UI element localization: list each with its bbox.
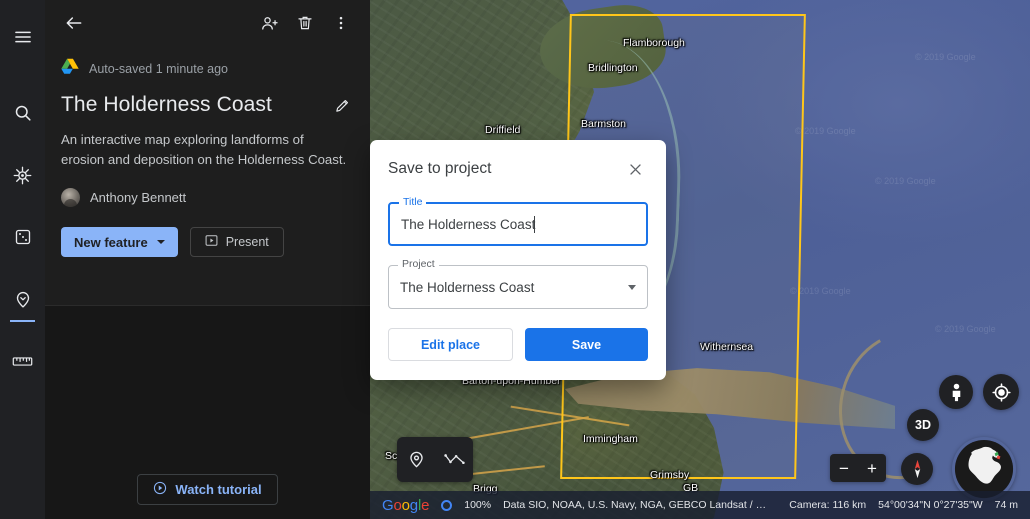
dialog-header: Save to project [388,140,648,198]
more-options-icon[interactable] [324,6,358,40]
avatar [61,188,80,207]
left-nav-rail [0,0,45,519]
watch-tutorial-wrap: Watch tutorial [45,474,370,505]
map-watermark: © 2019 Google [915,52,976,62]
map-watermark: © 2019 Google [935,324,996,334]
status-bar-right: Camera: 116 km 54°00'34"N 0°27'35"W 74 m [789,499,1018,511]
cursor-coordinates: 54°00'34"N 0°27'35"W [878,499,983,511]
project-select-value: The Holderness Coast [400,280,534,295]
map-attribution: Data SIO, NOAA, U.S. Navy, NGA, GEBCO La… [503,499,771,511]
close-icon[interactable] [622,156,648,182]
play-circle-icon [153,481,167,498]
new-feature-button[interactable]: New feature [61,227,178,257]
map-watermark: © 2019 Google [795,126,856,136]
save-to-project-dialog: Save to project Title The Holderness Coa… [370,140,666,380]
present-label: Present [226,235,269,249]
project-panel-header [45,0,370,46]
loading-ring-icon [441,500,452,511]
watch-tutorial-button[interactable]: Watch tutorial [137,474,277,505]
compass-icon[interactable] [901,453,933,485]
project-select[interactable]: Project The Holderness Coast [388,265,648,309]
dice-icon[interactable] [0,210,45,264]
title-field[interactable]: Title The Holderness Coast [388,202,648,246]
ruler-icon[interactable] [0,334,45,388]
page-title: The Holderness Coast [61,93,328,117]
toggle-3d-button[interactable]: 3D [907,409,939,441]
my-location-icon[interactable] [983,374,1019,410]
zoom-controls: − + [830,454,886,482]
menu-icon[interactable] [0,10,45,64]
autosave-row: Auto-saved 1 minute ago [45,46,370,79]
title-field-label: Title [399,196,426,208]
pegman-icon[interactable] [939,375,973,409]
title-field-value: The Holderness Coast [401,217,535,232]
watch-tutorial-label: Watch tutorial [175,482,261,497]
present-button[interactable]: Present [190,227,284,257]
map-watermark: © 2019 Google [875,176,936,186]
back-arrow-icon[interactable] [57,6,91,40]
zoom-in-button[interactable]: + [867,460,877,477]
draw-toolbar [397,437,473,482]
project-panel-bottom: Watch tutorial [45,305,370,519]
search-icon[interactable] [0,86,45,140]
present-play-icon [205,234,218,250]
project-panel: Auto-saved 1 minute ago The Holderness C… [45,0,370,519]
ground-elevation: 74 m [995,499,1018,511]
status-bar: Google 100% Data SIO, NOAA, U.S. Navy, N… [370,491,1030,519]
voyager-icon[interactable] [0,148,45,202]
author-row: Anthony Bennett [45,170,370,207]
chevron-down-icon [628,285,636,290]
trash-icon[interactable] [288,6,322,40]
google-logo[interactable]: Google [382,497,429,514]
dialog-title: Save to project [388,160,622,178]
author-name: Anthony Bennett [90,190,186,205]
map-watermark: © 2019 Google [790,286,851,296]
add-placemark-button[interactable] [401,445,431,475]
project-title-row: The Holderness Coast [45,79,370,119]
project-panel-top: Auto-saved 1 minute ago The Holderness C… [45,0,370,305]
save-button[interactable]: Save [525,328,648,361]
google-earth-app: FlamboroughBridlingtonBarmstonDriffieldW… [0,0,1030,519]
edit-place-button[interactable]: Edit place [388,328,513,361]
new-feature-label: New feature [74,235,148,250]
draw-path-button[interactable] [439,445,469,475]
zoom-out-button[interactable]: − [839,460,849,477]
sidebar-item-projects[interactable] [0,272,45,326]
autosave-status: Auto-saved 1 minute ago [89,62,228,76]
edit-pencil-icon[interactable] [328,91,356,119]
loading-percent: 100% [464,499,491,511]
camera-altitude: Camera: 116 km [789,499,866,511]
google-drive-icon [61,58,79,79]
text-caret [534,216,535,233]
chevron-down-icon [157,240,165,244]
panel-action-buttons: New feature Present [45,207,370,257]
project-description: An interactive map exploring landforms o… [45,119,370,170]
project-field-label: Project [398,258,439,270]
dialog-actions: Edit place Save [388,328,648,361]
person-add-icon[interactable] [252,6,286,40]
